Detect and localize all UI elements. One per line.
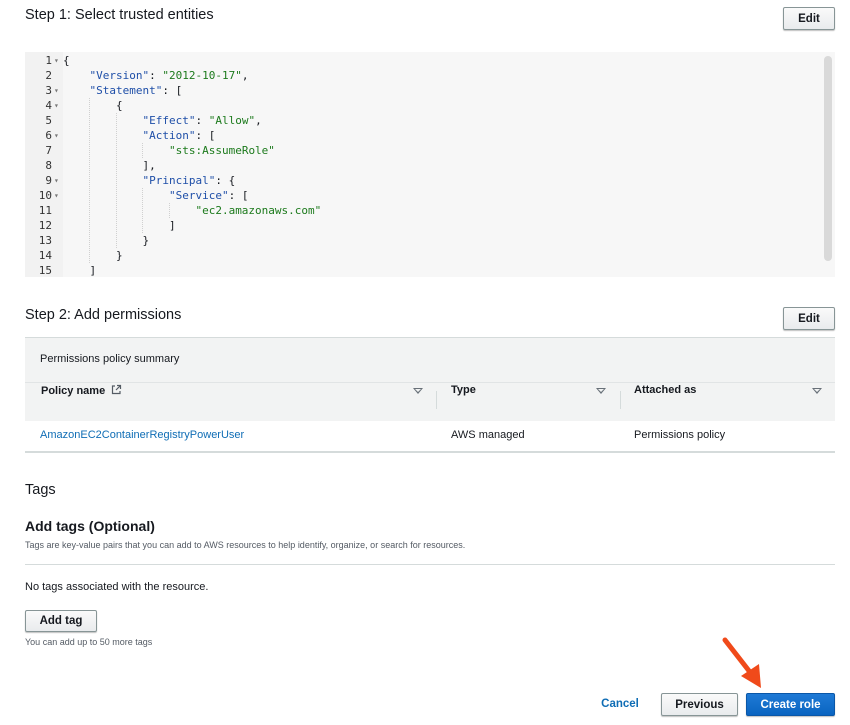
code-text: } bbox=[63, 234, 150, 247]
line-number: 3 bbox=[45, 84, 52, 97]
tags-section-title: Tags bbox=[25, 482, 56, 498]
indent-guide bbox=[115, 113, 117, 248]
column-label: Policy name bbox=[41, 385, 106, 397]
column-separator bbox=[620, 391, 621, 409]
add-tags-heading: Add tags (Optional) bbox=[25, 518, 155, 534]
line-number: 14 bbox=[38, 249, 52, 262]
step2-edit-button[interactable]: Edit bbox=[783, 307, 835, 330]
line-number: 6 bbox=[45, 129, 52, 142]
code-line: 15 ] bbox=[25, 263, 805, 277]
fold-toggle-icon[interactable]: ▾ bbox=[54, 98, 59, 113]
code-line: 14 } bbox=[25, 248, 805, 263]
code-text: ] bbox=[63, 264, 97, 277]
cancel-button[interactable]: Cancel bbox=[594, 693, 646, 715]
fold-toggle-icon[interactable]: ▾ bbox=[54, 53, 59, 68]
editor-scrollbar[interactable] bbox=[824, 56, 832, 261]
fold-toggle-icon[interactable]: ▾ bbox=[54, 83, 59, 98]
fold-toggle-icon[interactable]: ▾ bbox=[54, 173, 59, 188]
permissions-policy-table: Permissions policy summary Policy name T… bbox=[25, 337, 835, 453]
code-line: 3 ▾ "Statement": [ bbox=[25, 83, 805, 98]
line-number: 7 bbox=[45, 144, 52, 157]
divider bbox=[25, 564, 835, 565]
permissions-summary-title: Permissions policy summary bbox=[40, 353, 180, 365]
line-number: 10 bbox=[38, 189, 52, 202]
step2-title: Step 2: Add permissions bbox=[25, 307, 182, 323]
tags-limit-text: You can add up to 50 more tags bbox=[25, 637, 153, 647]
sort-caret-icon[interactable] bbox=[596, 388, 606, 394]
line-number: 1 bbox=[45, 54, 52, 67]
attached-as-cell: Permissions policy bbox=[634, 429, 726, 441]
line-number: 2 bbox=[45, 69, 52, 82]
line-number: 13 bbox=[38, 234, 52, 247]
code-text: "Statement": [ bbox=[89, 84, 183, 97]
line-number: 12 bbox=[38, 219, 52, 232]
line-number: 11 bbox=[38, 204, 52, 217]
policy-name-link[interactable]: AmazonEC2ContainerRegistryPowerUser bbox=[40, 429, 244, 441]
code-text: { bbox=[63, 99, 123, 112]
add-tag-button[interactable]: Add tag bbox=[25, 610, 97, 632]
tags-description: Tags are key-value pairs that you can ad… bbox=[25, 540, 466, 550]
step1-title: Step 1: Select trusted entities bbox=[25, 7, 214, 23]
code-line: 4 ▾ { bbox=[25, 98, 805, 113]
code-text: { bbox=[63, 54, 70, 67]
indent-guide bbox=[89, 98, 91, 263]
code-text: "ec2.amazonaws.com" bbox=[195, 204, 322, 217]
code-text: ], bbox=[63, 159, 156, 172]
sort-caret-icon[interactable] bbox=[413, 388, 423, 394]
code-line: 6 ▾ "Action": [ bbox=[25, 128, 805, 143]
step1-edit-button[interactable]: Edit bbox=[783, 7, 835, 30]
code-text: "Effect": "Allow", bbox=[142, 114, 262, 127]
line-number: 4 bbox=[45, 99, 52, 112]
external-link-icon bbox=[112, 384, 122, 395]
line-number: 15 bbox=[38, 264, 52, 277]
column-header-policy-name[interactable]: Policy name bbox=[41, 384, 122, 397]
policy-type-cell: AWS managed bbox=[451, 429, 525, 441]
line-number: 8 bbox=[45, 159, 52, 172]
column-header-attached-as[interactable]: Attached as bbox=[634, 384, 696, 396]
fold-toggle-icon[interactable]: ▾ bbox=[54, 128, 59, 143]
previous-button[interactable]: Previous bbox=[661, 693, 738, 716]
table-header bbox=[25, 337, 835, 421]
code-text: "Service": [ bbox=[168, 189, 249, 202]
code-line: 5 "Effect": "Allow", bbox=[25, 113, 805, 128]
divider bbox=[25, 382, 835, 383]
indent-guide bbox=[142, 188, 144, 233]
fold-toggle-icon[interactable]: ▾ bbox=[54, 188, 59, 203]
json-policy-editor[interactable]: 1 ▾{2 "Version": "2012-10-17", 3 ▾ "Stateme… bbox=[25, 52, 835, 277]
create-role-button[interactable]: Create role bbox=[746, 693, 835, 716]
code-text: "sts:AssumeRole" bbox=[168, 144, 275, 157]
code-text: "Version": "2012-10-17", bbox=[89, 69, 249, 82]
code-line: 9 ▾ "Principal": { bbox=[25, 173, 805, 188]
code-text: "Action": [ bbox=[142, 129, 216, 142]
indent-guide bbox=[168, 203, 170, 218]
column-header-type[interactable]: Type bbox=[451, 384, 476, 396]
annotation-arrow-icon bbox=[722, 637, 761, 688]
sort-caret-icon[interactable] bbox=[812, 388, 822, 394]
code-line: 13 } bbox=[25, 233, 805, 248]
line-number: 5 bbox=[45, 114, 52, 127]
indent-guide bbox=[142, 143, 144, 158]
column-separator bbox=[436, 391, 437, 409]
no-tags-text: No tags associated with the resource. bbox=[25, 581, 209, 593]
code-line: 1 ▾ { bbox=[25, 53, 805, 68]
code-text: ] bbox=[63, 219, 176, 232]
line-number: 9 bbox=[45, 174, 52, 187]
code-line: 8 ], bbox=[25, 158, 805, 173]
code-line: 2 "Version": "2012-10-17", bbox=[25, 68, 805, 83]
code-text: } bbox=[63, 249, 123, 262]
